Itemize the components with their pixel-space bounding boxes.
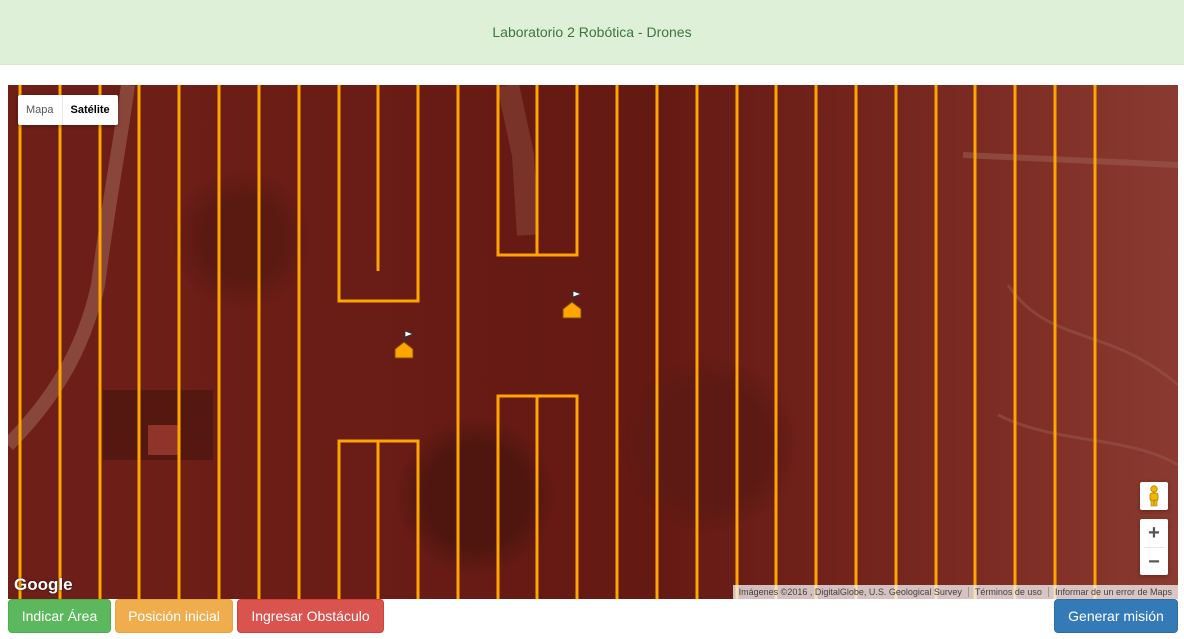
map-type-control: Mapa Satélite bbox=[18, 95, 118, 125]
street-view-pegman[interactable] bbox=[1140, 482, 1168, 510]
terrain-details bbox=[8, 85, 1178, 467]
map-attribution: Imágenes ©2016 , DigitalGlobe, U.S. Geol… bbox=[732, 585, 1178, 599]
app-header: Laboratorio 2 Robótica - Drones bbox=[0, 0, 1184, 65]
flight-path-overlay bbox=[8, 85, 1178, 599]
ingresar-obstaculo-button[interactable]: Ingresar Obstáculo bbox=[237, 599, 384, 633]
map-type-map-button[interactable]: Mapa bbox=[18, 95, 62, 125]
google-logo: Google bbox=[14, 575, 73, 594]
zoom-control: + − bbox=[1140, 519, 1168, 575]
imagery-credit: Imágenes ©2016 , DigitalGlobe, U.S. Geol… bbox=[738, 587, 962, 597]
zoom-out-button[interactable]: − bbox=[1140, 548, 1168, 576]
indicar-area-button[interactable]: Indicar Área bbox=[8, 599, 111, 633]
flag-marker-icon[interactable] bbox=[561, 289, 583, 319]
flight-path bbox=[18, 85, 1097, 599]
map-type-satellite-button[interactable]: Satélite bbox=[61, 95, 118, 125]
posicion-inicial-button[interactable]: Posición inicial bbox=[115, 599, 233, 633]
page-title: Laboratorio 2 Robótica - Drones bbox=[492, 24, 692, 40]
generar-mision-button[interactable]: Generar misión bbox=[1054, 599, 1178, 633]
flag-marker-icon[interactable] bbox=[393, 329, 415, 359]
terms-link[interactable]: Términos de uso bbox=[969, 587, 1048, 597]
map-view[interactable]: Mapa Satélite + − Google Imágenes ©2016 … bbox=[8, 85, 1178, 599]
zoom-in-button[interactable]: + bbox=[1140, 519, 1168, 547]
report-error-link[interactable]: Informar de un error de Maps bbox=[1049, 587, 1178, 597]
pegman-icon bbox=[1149, 485, 1159, 507]
